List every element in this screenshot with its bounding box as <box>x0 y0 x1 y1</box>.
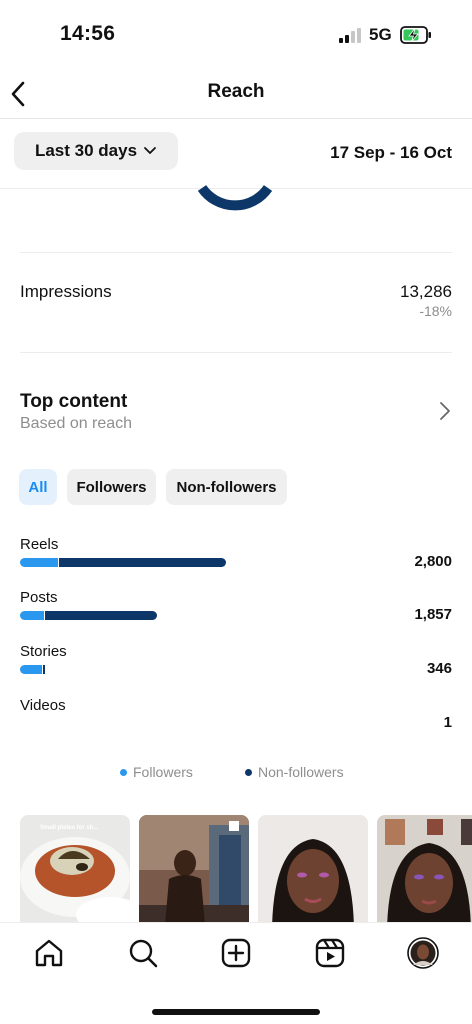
breakdown-value: 2,800 <box>414 553 452 570</box>
reels-icon[interactable] <box>314 937 346 969</box>
chevron-down-icon <box>143 146 157 156</box>
top-content-thumbnails: Small plates for sh... <box>20 815 472 925</box>
breakdown-value: 1,857 <box>414 606 452 623</box>
divider <box>20 252 452 253</box>
breakdown-bar <box>20 665 45 674</box>
impressions-change: -18% <box>419 303 452 319</box>
breakdown-value: 1 <box>444 714 452 731</box>
home-icon[interactable] <box>33 937 65 969</box>
signal-icon <box>339 27 363 43</box>
bottom-tab-bar <box>0 922 472 1024</box>
chevron-right-icon[interactable] <box>438 400 452 422</box>
impressions-label: Impressions <box>20 282 112 302</box>
date-range-dropdown[interactable]: Last 30 days <box>14 132 178 170</box>
chip-non-followers[interactable]: Non-followers <box>166 469 287 505</box>
portrait-selfie-thumbnail-2[interactable] <box>377 815 472 925</box>
portrait-selfie-image-2 <box>377 815 472 925</box>
status-bar: 14:56 5G <box>0 0 472 70</box>
legend-non-followers: Non-followers <box>245 764 344 780</box>
search-icon[interactable] <box>127 937 159 969</box>
legend-followers-dot <box>120 769 127 776</box>
top-content-subtitle: Based on reach <box>20 415 132 433</box>
followers-segment <box>20 558 58 567</box>
reach-donut-chart-arc <box>196 130 274 208</box>
breakdown-bar <box>20 558 226 567</box>
profile-avatar[interactable] <box>407 937 439 969</box>
network-type: 5G <box>369 25 392 45</box>
food-plate-image <box>20 815 130 925</box>
portrait-selfie-thumbnail[interactable] <box>258 815 368 925</box>
non-followers-segment <box>59 558 226 567</box>
person-in-restaurant-image <box>139 815 249 925</box>
breakdown-label: Posts <box>20 589 58 606</box>
breakdown-value: 346 <box>427 660 452 677</box>
top-content-title: Top content <box>20 391 127 413</box>
breakdown-label: Stories <box>20 643 67 660</box>
date-range-dropdown-label: Last 30 days <box>35 141 137 161</box>
divider <box>20 352 452 353</box>
followers-segment <box>20 611 44 620</box>
food-plate-thumbnail[interactable]: Small plates for sh... <box>20 815 130 925</box>
battery-charging-icon <box>400 26 432 44</box>
followers-segment <box>20 665 42 674</box>
breakdown-label: Reels <box>20 536 58 553</box>
thumbnail-caption: Small plates for sh... <box>40 825 98 831</box>
non-followers-segment <box>45 611 157 620</box>
legend-followers-label: Followers <box>133 764 193 780</box>
breakdown-bar <box>20 611 157 620</box>
legend-followers: Followers <box>120 764 193 780</box>
page-title: Reach <box>0 81 472 103</box>
nav-bar: Reach <box>0 70 472 119</box>
chip-followers[interactable]: Followers <box>67 469 156 505</box>
legend-non-followers-dot <box>245 769 252 776</box>
create-icon[interactable] <box>220 937 252 969</box>
status-time: 14:56 <box>60 22 115 46</box>
impressions-value: 13,286 <box>400 282 452 302</box>
date-range-text: 17 Sep - 16 Oct <box>330 143 452 163</box>
portrait-selfie-image <box>258 815 368 925</box>
chip-all[interactable]: All <box>19 469 57 505</box>
breakdown-label: Videos <box>20 697 66 714</box>
legend-non-followers-label: Non-followers <box>258 764 344 780</box>
person-in-restaurant-thumbnail[interactable] <box>139 815 249 925</box>
non-followers-segment <box>43 665 46 674</box>
home-indicator <box>152 1009 320 1015</box>
